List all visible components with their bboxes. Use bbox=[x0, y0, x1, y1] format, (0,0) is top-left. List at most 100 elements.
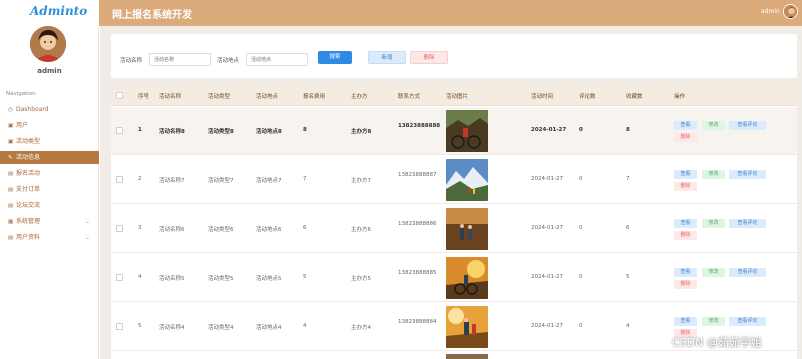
sidebar-item-label: 用户 bbox=[16, 122, 29, 129]
cell-host: 主办方4 bbox=[351, 325, 371, 331]
search-button[interactable]: 搜索 bbox=[318, 51, 352, 64]
table-row[interactable]: 2 活动名称7 活动类型7 活动地点7 7 主办方7 13823888887 2… bbox=[111, 156, 797, 204]
activity-image[interactable] bbox=[446, 110, 488, 152]
sidebar-item-orders[interactable]: ▤ 支付订单 bbox=[0, 183, 99, 196]
sidebar-avatar[interactable] bbox=[30, 26, 66, 62]
cell-name: 活动名称8 bbox=[159, 129, 185, 135]
system-title: 网上报名系统开发 bbox=[112, 10, 192, 21]
cell-date: 2024-01-27 bbox=[531, 127, 567, 133]
view-comments-button[interactable]: 查看评论 bbox=[729, 121, 766, 130]
cell-phone: 13823888888 bbox=[398, 123, 441, 129]
activity-image[interactable] bbox=[446, 159, 488, 201]
view-button[interactable]: 查看 bbox=[674, 170, 697, 179]
sidebar-item-activity-info[interactable]: ✎ 活动信息 bbox=[0, 151, 99, 164]
activity-image[interactable] bbox=[446, 306, 488, 348]
view-comments-button[interactable]: 查看评论 bbox=[729, 268, 766, 277]
view-comments-button[interactable]: 查看评论 bbox=[729, 170, 766, 179]
sidebar-item-forum[interactable]: ▤ 论坛交流 bbox=[0, 199, 99, 212]
cell-favorites: 8 bbox=[626, 127, 630, 133]
sidebar-item-users[interactable]: ▣ 用户 bbox=[0, 119, 99, 132]
cell-host: 主办方8 bbox=[351, 129, 372, 135]
table-row[interactable]: 1 活动名称8 活动类型8 活动地点8 8 主办方8 13823888888 2… bbox=[111, 107, 797, 155]
view-button[interactable]: 查看 bbox=[674, 317, 697, 326]
column-header: 收藏数 bbox=[626, 94, 643, 100]
row-delete-button[interactable]: 删除 bbox=[674, 280, 697, 289]
cell-place: 活动地点4 bbox=[256, 325, 282, 331]
cell-index: 4 bbox=[138, 274, 142, 280]
row-delete-button[interactable]: 删除 bbox=[674, 133, 697, 142]
activity-name-input[interactable] bbox=[149, 53, 211, 66]
edit-button[interactable]: 修改 bbox=[702, 219, 725, 228]
cell-comments: 0 bbox=[579, 127, 583, 133]
delete-button[interactable]: 删除 bbox=[410, 51, 448, 64]
table-row[interactable]: 3 活动名称6 活动类型6 活动地点6 6 主办方6 13823888886 2… bbox=[111, 205, 797, 253]
row-checkbox[interactable] bbox=[116, 225, 123, 232]
column-header: 主办方 bbox=[351, 94, 368, 100]
column-header: 评论数 bbox=[579, 94, 596, 100]
sidebar-item-profile[interactable]: ▤ 用户资料 ⌄ bbox=[0, 231, 99, 244]
row-checkbox[interactable] bbox=[116, 274, 123, 281]
sidebar-item-system[interactable]: ▦ 系统管理 ⌄ bbox=[0, 215, 99, 228]
cell-date: 2024-01-27 bbox=[531, 323, 563, 329]
sidebar-item-label: 系统管理 bbox=[16, 218, 41, 225]
view-button[interactable]: 查看 bbox=[674, 219, 697, 228]
activity-image-partial bbox=[446, 354, 488, 359]
sidebar-item-dashboard[interactable]: ◷ Dashboard bbox=[0, 103, 99, 116]
cell-phone: 13823888885 bbox=[398, 270, 437, 276]
main-content: 活动名称 活动地点 搜索 新增 删除 序号 活动名称 活动类型 活动地点 报名费… bbox=[100, 26, 802, 359]
info-icon: ✎ bbox=[8, 155, 13, 161]
sidebar-item-signups[interactable]: ▤ 报名活动 bbox=[0, 167, 99, 180]
view-comments-button[interactable]: 查看评论 bbox=[729, 317, 766, 326]
cell-name: 活动名称7 bbox=[159, 178, 185, 184]
cell-index: 3 bbox=[138, 225, 142, 231]
sidebar-item-label: 用户资料 bbox=[16, 234, 41, 241]
edit-button[interactable]: 修改 bbox=[702, 317, 725, 326]
add-button[interactable]: 新增 bbox=[368, 51, 406, 64]
cell-place: 活动地点6 bbox=[256, 227, 282, 233]
column-header: 活动类型 bbox=[208, 94, 231, 100]
row-checkbox[interactable] bbox=[116, 127, 123, 134]
activity-image[interactable] bbox=[446, 257, 488, 299]
activity-image[interactable] bbox=[446, 208, 488, 250]
photo-mountain-hikers bbox=[446, 159, 488, 201]
column-header: 活动时间 bbox=[531, 94, 554, 100]
brand-logo[interactable]: Adminto bbox=[30, 4, 87, 18]
cell-fee: 4 bbox=[303, 323, 307, 329]
column-header: 活动地点 bbox=[256, 94, 279, 100]
view-comments-button[interactable]: 查看评论 bbox=[729, 219, 766, 228]
row-checkbox[interactable] bbox=[116, 323, 123, 330]
row-delete-button[interactable]: 删除 bbox=[674, 231, 697, 240]
watermark: CSDN @茹茹学姐 bbox=[672, 336, 762, 349]
column-header: 活动图片 bbox=[446, 94, 469, 100]
edit-button[interactable]: 修改 bbox=[702, 268, 725, 277]
row-checkbox[interactable] bbox=[116, 176, 123, 183]
activity-name-label: 活动名称 bbox=[120, 58, 143, 64]
cell-date: 2024-01-27 bbox=[531, 274, 563, 280]
system-icon: ▦ bbox=[8, 219, 14, 225]
cell-name: 活动名称4 bbox=[159, 325, 185, 331]
order-icon: ▤ bbox=[8, 187, 14, 193]
profile-icon: ▤ bbox=[8, 235, 14, 241]
header-avatar[interactable] bbox=[783, 4, 798, 19]
header-username[interactable]: admin bbox=[761, 8, 780, 15]
sidebar-item-label: 报名活动 bbox=[16, 170, 41, 177]
dashboard-icon: ◷ bbox=[8, 107, 13, 113]
cell-fee: 7 bbox=[303, 176, 307, 182]
cell-fee: 6 bbox=[303, 225, 307, 231]
edit-button[interactable]: 修改 bbox=[702, 170, 725, 179]
view-button[interactable]: 查看 bbox=[674, 268, 697, 277]
cell-comments: 0 bbox=[579, 323, 583, 329]
cell-favorites: 6 bbox=[626, 225, 630, 231]
row-delete-button[interactable]: 删除 bbox=[674, 182, 697, 191]
sidebar-item-activity-types[interactable]: ▣ 活动类型 bbox=[0, 135, 99, 148]
table-row[interactable]: 4 活动名称5 活动类型5 活动地点5 5 主办方5 13823888885 2… bbox=[111, 254, 797, 302]
edit-button[interactable]: 修改 bbox=[702, 121, 725, 130]
cell-host: 主办方5 bbox=[351, 276, 371, 282]
activity-place-input[interactable] bbox=[246, 53, 308, 66]
cell-fee: 8 bbox=[303, 127, 307, 133]
photo-autumn-hike bbox=[446, 306, 488, 348]
view-button[interactable]: 查看 bbox=[674, 121, 697, 130]
chevron-down-icon: ⌄ bbox=[84, 218, 90, 225]
photo-forest-trail bbox=[446, 208, 488, 250]
select-all-checkbox[interactable] bbox=[116, 92, 123, 99]
